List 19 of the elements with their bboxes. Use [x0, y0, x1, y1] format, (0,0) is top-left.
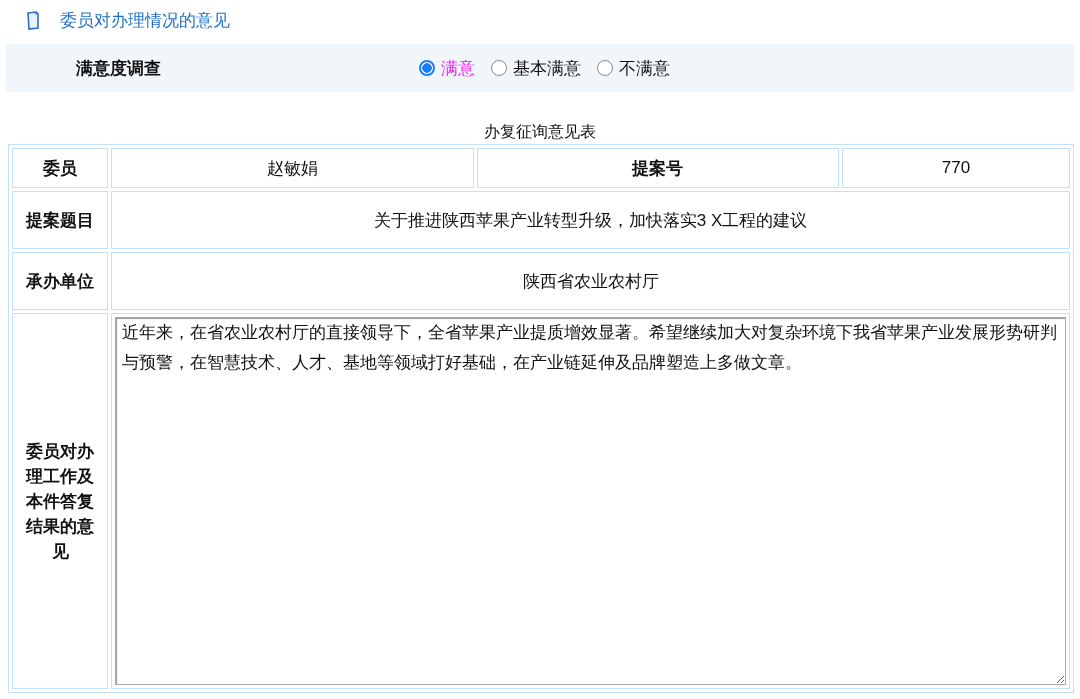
radio-button[interactable] — [491, 60, 507, 76]
field-label: 委员对办理工作及本件答复结果的意见 — [12, 313, 108, 689]
field-label: 委员 — [12, 148, 108, 188]
section-title: 委员对办理情况的意见 — [60, 9, 230, 32]
table-cell: 陕西省农业农村厅 — [111, 252, 1070, 310]
field-label: 承办单位 — [12, 252, 108, 310]
document-icon — [26, 10, 40, 30]
table-cell: 赵敏娟 — [111, 148, 474, 188]
field-label: 提案号 — [476, 148, 839, 188]
opinion-textarea[interactable]: 近年来，在省农业农村厅的直接领导下，全省苹果产业提质增效显著。希望继续加大对复杂环境下我省苹果产业发展形势研判与预警，在智慧技术、人才、基地等领域打好基础，在产业链延伸及品牌塑造上多做文章。 — [115, 317, 1066, 685]
table-cell: 770 — [842, 148, 1070, 188]
table-caption: 办复征询意见表 — [483, 122, 597, 142]
table-cell: 关于推进陕西苹果产业转型升级，加快落实3 X工程的建议 — [111, 191, 1070, 249]
radio-option[interactable]: 基本满意 — [491, 56, 581, 80]
radio-button[interactable] — [419, 60, 435, 76]
field-label: 提案题目 — [12, 191, 108, 249]
radio-button[interactable] — [597, 60, 613, 76]
survey-label: 满意度调查 — [75, 57, 162, 80]
radio-option[interactable]: 不满意 — [597, 56, 670, 80]
